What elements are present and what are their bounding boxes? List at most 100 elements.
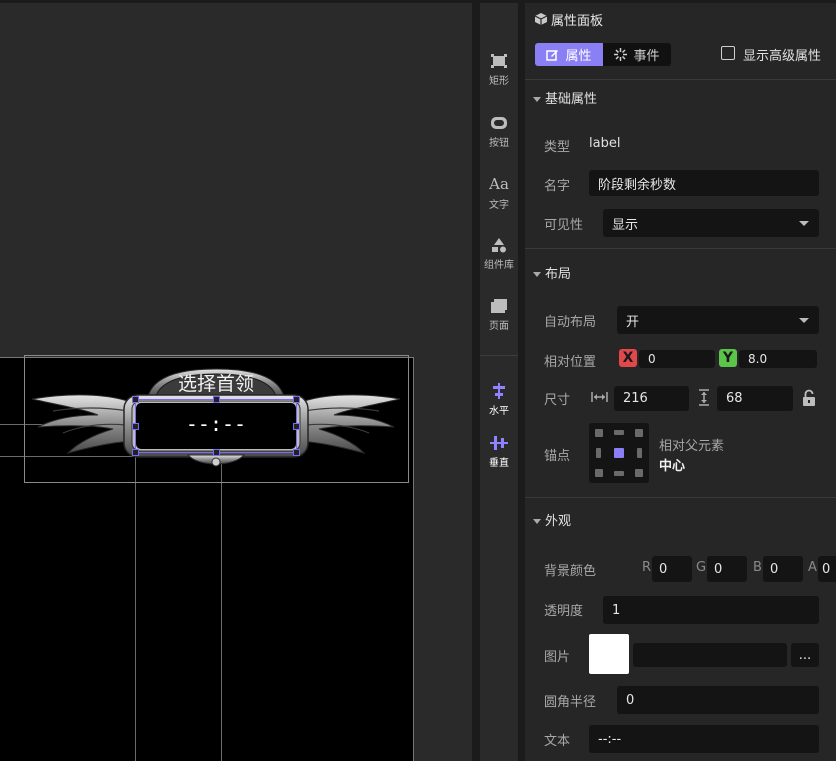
vertical-align-icon: [490, 436, 508, 450]
type-value: label: [589, 136, 621, 151]
section-title-text: 外观: [545, 514, 572, 529]
b-input[interactable]: 0: [763, 556, 803, 582]
anchor-top-left[interactable]: [595, 429, 603, 437]
text-input[interactable]: --:--: [589, 725, 819, 753]
component-library-icon: [492, 238, 506, 253]
anchor-right[interactable]: [637, 448, 642, 458]
g-input[interactable]: 0: [707, 556, 747, 582]
toolbar-divider: [480, 355, 518, 356]
position-label: 相对位置: [544, 355, 597, 370]
y-badge-text: Y: [722, 350, 734, 366]
chevron-down-icon: [799, 318, 809, 323]
tool-label: 矩形: [489, 76, 509, 87]
lock-icon[interactable]: [801, 389, 817, 407]
button-icon: [491, 117, 507, 129]
caret-icon: [533, 272, 541, 277]
tool-label: 文字: [489, 200, 509, 211]
visibility-label: 可见性: [544, 218, 584, 233]
position-y-input[interactable]: 8.0: [739, 350, 817, 368]
name-input[interactable]: 阶段剩余秒数: [589, 170, 819, 196]
radius-input[interactable]: 0: [617, 686, 819, 714]
image-path-input[interactable]: [633, 643, 787, 667]
tab-label: 事件: [633, 49, 660, 64]
tool-label: 组件库: [484, 260, 514, 271]
height-input[interactable]: 68: [717, 386, 793, 411]
tool-align-horizontal[interactable]: 水平: [480, 383, 518, 417]
resize-handle[interactable]: [293, 396, 300, 403]
opacity-label: 透明度: [544, 604, 584, 619]
a-input[interactable]: 0: [818, 556, 836, 582]
radius-label: 圆角半径: [544, 695, 597, 710]
x-badge-text: X: [622, 350, 634, 366]
anchor-center[interactable]: [614, 448, 624, 458]
resize-handle[interactable]: [293, 449, 300, 456]
panel-title: 属性面板: [551, 14, 604, 29]
section-layout[interactable]: 布局: [533, 263, 571, 282]
show-advanced-checkbox[interactable]: [721, 46, 735, 60]
caret-icon: [533, 97, 541, 102]
design-canvas[interactable]: 选择首领 --:--: [0, 3, 472, 761]
show-advanced-label: 显示高级属性: [743, 49, 822, 64]
text-icon: Aa: [489, 175, 509, 193]
selected-label-element[interactable]: --:--: [135, 399, 297, 453]
visibility-value: 显示: [612, 217, 639, 233]
anchor-bottom[interactable]: [614, 471, 624, 476]
resize-handle[interactable]: [293, 423, 300, 430]
anchor-relative-label: 相对父元素: [659, 439, 725, 454]
bg-color-label: 背景颜色: [544, 564, 597, 579]
horizontal-align-icon: [493, 383, 505, 399]
guide-line: [221, 453, 222, 761]
r-input[interactable]: 0: [652, 556, 692, 582]
tool-rectangle[interactable]: 矩形: [480, 53, 518, 87]
text-label: 文本: [544, 734, 571, 749]
edit-icon: [546, 50, 559, 61]
image-preview[interactable]: [589, 634, 629, 674]
tool-label: 垂直: [489, 458, 509, 469]
anchor-label: 锚点: [544, 449, 571, 464]
anchor-left[interactable]: [596, 448, 601, 458]
caret-icon: [533, 519, 541, 524]
anchor-top-right[interactable]: [635, 429, 643, 437]
opacity-input[interactable]: 1: [603, 596, 819, 624]
tool-label: 水平: [489, 406, 509, 417]
anchor-bottom-left[interactable]: [595, 469, 603, 477]
guide-line: [135, 453, 136, 761]
tool-text[interactable]: Aa 文字: [480, 175, 518, 211]
y-badge-icon: Y: [719, 349, 737, 367]
section-appearance[interactable]: 外观: [533, 510, 571, 529]
x-badge-icon: X: [619, 349, 637, 367]
divider: [525, 248, 836, 249]
visibility-select[interactable]: 显示: [603, 209, 819, 237]
tab-properties[interactable]: 属性: [535, 43, 603, 66]
tab-label: 属性: [565, 49, 592, 64]
resize-handle[interactable]: [132, 449, 139, 456]
tab-events[interactable]: 事件: [603, 43, 671, 66]
timer-text: --:--: [185, 412, 247, 436]
tool-align-vertical[interactable]: 垂直: [480, 435, 518, 469]
banner-title-text: 选择首领: [177, 373, 254, 395]
resize-handle[interactable]: [213, 396, 220, 403]
anchor-bottom-right[interactable]: [635, 469, 643, 477]
resize-handle[interactable]: [132, 423, 139, 430]
divider: [525, 79, 836, 80]
section-basic[interactable]: 基础属性: [533, 88, 597, 107]
resize-handle[interactable]: [213, 449, 220, 456]
tool-button[interactable]: 按钮: [480, 115, 518, 149]
anchor-selector[interactable]: [589, 423, 649, 483]
width-input[interactable]: 216: [614, 386, 689, 411]
tool-page[interactable]: 页面: [480, 298, 518, 332]
auto-layout-select[interactable]: 开: [617, 306, 819, 334]
resize-handle[interactable]: [132, 396, 139, 403]
name-label: 名字: [544, 179, 571, 194]
anchor-top[interactable]: [614, 430, 624, 435]
tool-component-library[interactable]: 组件库: [480, 237, 518, 271]
tool-label: 页面: [489, 321, 509, 332]
a-label: A: [808, 560, 817, 575]
section-title-text: 基础属性: [545, 92, 598, 107]
position-x-input[interactable]: 0: [639, 350, 715, 368]
auto-layout-label: 自动布局: [544, 315, 597, 330]
image-browse-button[interactable]: ...: [791, 643, 819, 667]
auto-layout-value: 开: [626, 314, 640, 330]
cube-icon: [534, 13, 548, 25]
image-label: 图片: [544, 650, 571, 665]
